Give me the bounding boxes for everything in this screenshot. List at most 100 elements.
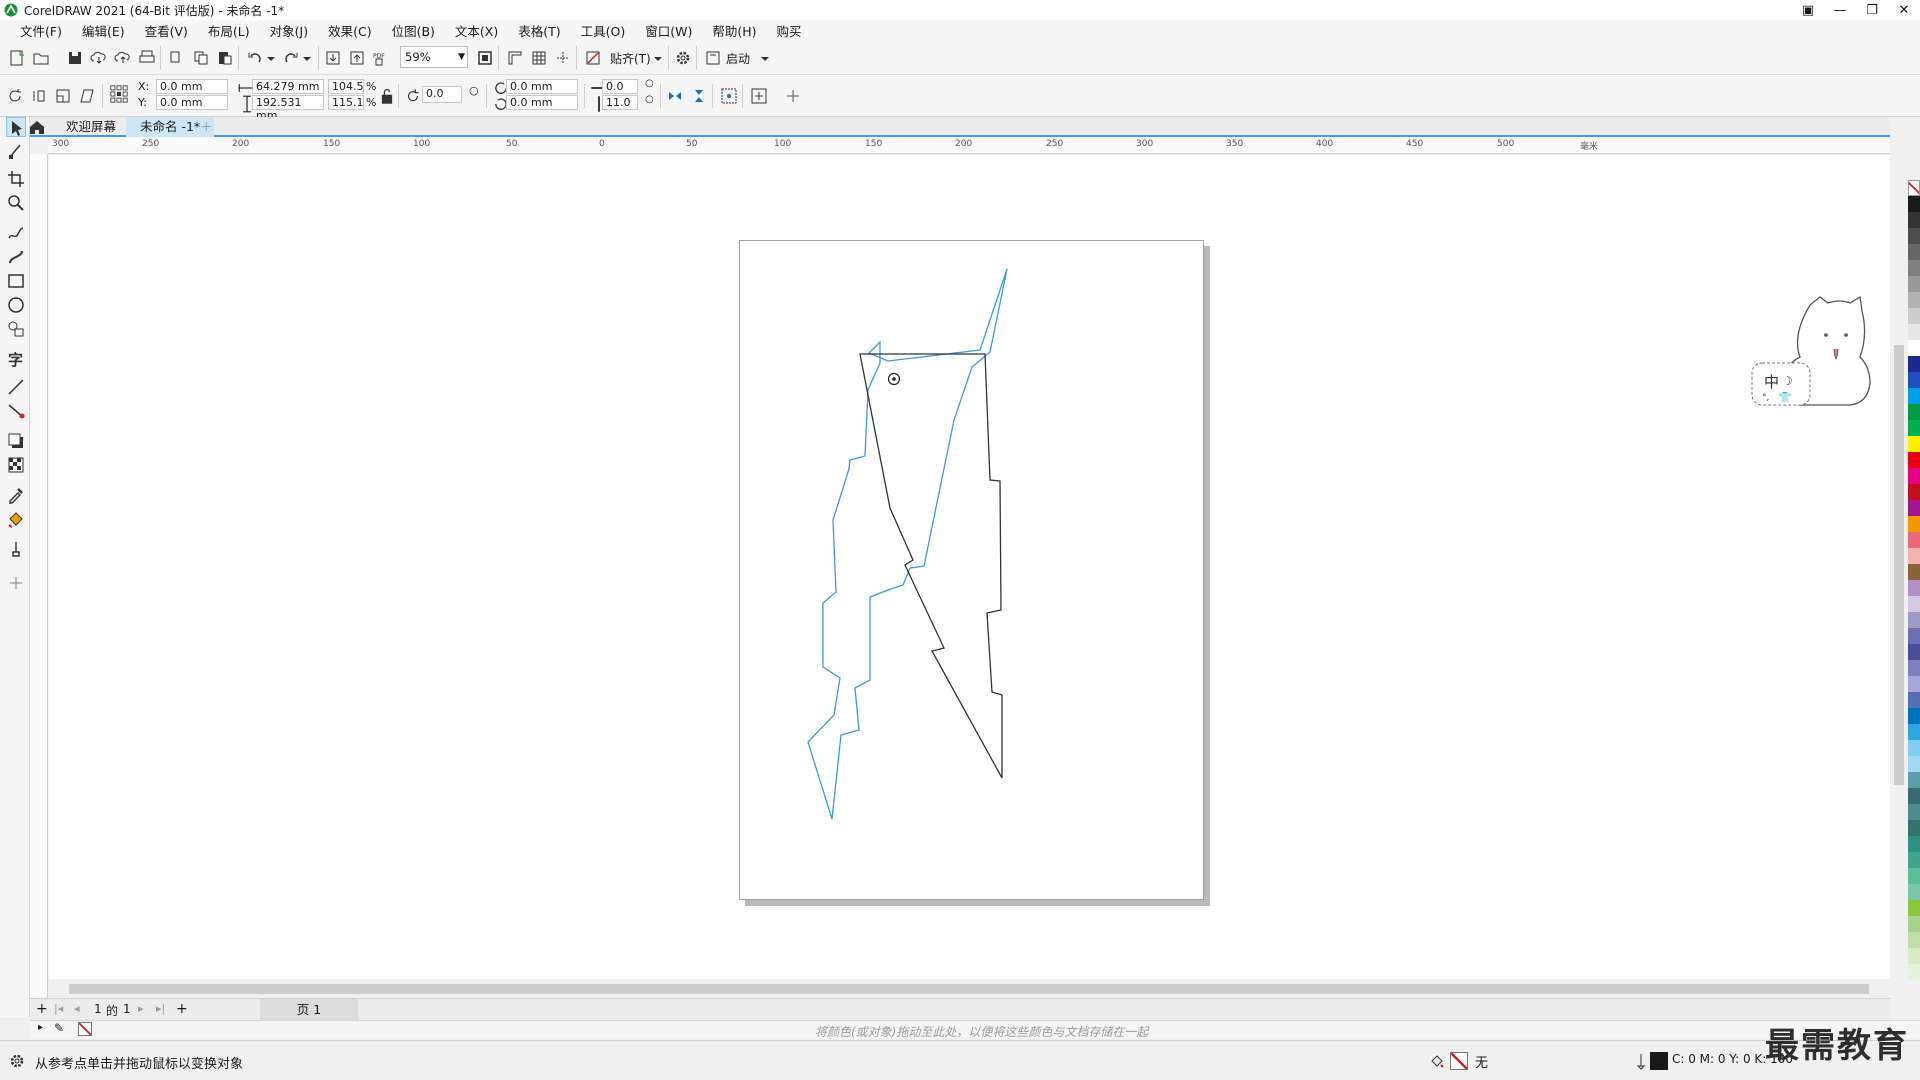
drop-shadow-tool-icon[interactable]	[6, 431, 26, 451]
polygon-tool-icon[interactable]	[6, 319, 26, 339]
y-position-input[interactable]: 0.0 mm	[156, 95, 228, 110]
palette-swatch[interactable]	[1908, 580, 1920, 596]
full-screen-preview-icon[interactable]	[476, 49, 494, 67]
palette-swatch[interactable]	[1908, 452, 1920, 468]
palette-swatch[interactable]	[1908, 916, 1920, 932]
interactive-fill-tool-icon[interactable]	[6, 509, 26, 529]
menu-view[interactable]: 查看(V)	[135, 21, 198, 40]
scale-icon[interactable]	[54, 87, 72, 105]
text-tool-icon[interactable]: 字	[6, 349, 26, 369]
menu-window[interactable]: 窗口(W)	[635, 21, 702, 40]
new-document-icon[interactable]	[8, 49, 26, 67]
help-icon[interactable]: ▣	[1792, 0, 1824, 20]
palette-swatch[interactable]	[1908, 772, 1920, 788]
outline-value-1-input[interactable]: 0.0	[602, 79, 638, 94]
palette-swatch[interactable]	[1908, 484, 1920, 500]
palette-swatch[interactable]	[1908, 708, 1920, 724]
palette-swatch[interactable]	[1908, 196, 1920, 212]
palette-swatch[interactable]	[1908, 500, 1920, 516]
menu-table[interactable]: 表格(T)	[508, 21, 570, 40]
horizontal-scrollbar-thumb[interactable]	[69, 984, 1869, 994]
menu-help[interactable]: 帮助(H)	[702, 21, 766, 40]
next-page-icon[interactable]: ▸	[138, 1002, 144, 1015]
no-color-swatch[interactable]	[78, 1022, 92, 1036]
palette-swatch[interactable]	[1908, 932, 1920, 948]
previous-page-icon[interactable]: ◂	[74, 1002, 80, 1015]
palette-swatch[interactable]	[1908, 596, 1920, 612]
palette-swatch[interactable]	[1908, 404, 1920, 420]
vertical-scrollbar-thumb[interactable]	[1894, 345, 1904, 785]
palette-swatch[interactable]	[1908, 228, 1920, 244]
redo-dropdown-icon[interactable]	[298, 49, 316, 67]
rectangle-tool-icon[interactable]	[6, 271, 26, 291]
rotation-angle-input[interactable]: 0.0	[422, 86, 462, 103]
object-height-input[interactable]: 192.531 mm	[252, 95, 324, 122]
copy-icon[interactable]	[192, 49, 210, 67]
palette-swatch[interactable]	[1908, 468, 1920, 484]
ellipse-tool-icon[interactable]	[6, 295, 26, 315]
outline-value-2-input[interactable]: 11.0	[602, 95, 638, 110]
print-icon[interactable]	[138, 49, 156, 67]
transparency-tool-icon[interactable]	[6, 455, 26, 475]
add-icon[interactable]	[784, 87, 802, 105]
close-button[interactable]: ✕	[1888, 0, 1920, 20]
menu-layout[interactable]: 布局(L)	[198, 21, 260, 40]
add-tool-icon[interactable]	[6, 573, 26, 593]
menu-buy[interactable]: 购买	[767, 21, 812, 40]
palette-swatch[interactable]	[1908, 244, 1920, 260]
menu-text[interactable]: 文本(X)	[445, 21, 508, 40]
transform-frame-icon[interactable]	[750, 87, 768, 105]
palette-swatch[interactable]	[1908, 356, 1920, 372]
palette-swatch[interactable]	[1908, 388, 1920, 404]
smart-fill-tool-icon[interactable]	[6, 539, 26, 559]
fill-none-swatch[interactable]	[1450, 1052, 1468, 1070]
palette-swatch[interactable]	[1908, 276, 1920, 292]
open-folder-icon[interactable]	[32, 49, 50, 67]
palette-swatch[interactable]	[1908, 548, 1920, 564]
menu-bitmaps[interactable]: 位图(B)	[382, 21, 445, 40]
cloud-upload-icon[interactable]	[114, 49, 132, 67]
minimize-button[interactable]: —	[1824, 0, 1856, 20]
palette-swatch[interactable]	[1908, 740, 1920, 756]
reference-point-icon[interactable]	[110, 85, 132, 107]
publish-pdf-icon[interactable]: PDF	[372, 49, 390, 67]
launch-label[interactable]: 启动	[726, 50, 750, 67]
mascot-cat-widget[interactable]: 中 ☽ °, 👕	[1750, 295, 1885, 415]
last-page-icon[interactable]: ▸|	[156, 1002, 165, 1015]
palette-swatch[interactable]	[1908, 340, 1920, 356]
menu-effects[interactable]: 效果(C)	[318, 21, 381, 40]
eyedropper-icon[interactable]: ✎	[54, 1021, 64, 1035]
zoom-tool-icon[interactable]	[6, 193, 26, 213]
paste-icon[interactable]	[216, 49, 234, 67]
zoom-level-dropdown[interactable]: 59% ▼	[400, 46, 468, 68]
show-grid-icon[interactable]	[530, 49, 548, 67]
add-page-after-icon[interactable]: +	[176, 1001, 188, 1017]
import-icon[interactable]	[324, 49, 342, 67]
page-tab-1[interactable]: 页 1	[260, 999, 358, 1021]
launch-dropdown-icon[interactable]	[756, 49, 774, 67]
new-tab-add-icon[interactable]: ＋	[194, 117, 219, 137]
object-width-input[interactable]: 64.279 mm	[252, 79, 324, 94]
skew-vertical-input[interactable]: 0.0 mm	[506, 95, 578, 110]
menu-edit[interactable]: 编辑(E)	[72, 21, 135, 40]
scale-x-input[interactable]: 104.5	[328, 79, 364, 94]
cut-icon[interactable]	[168, 49, 186, 67]
palette-swatch[interactable]	[1908, 532, 1920, 548]
show-guidelines-icon[interactable]	[554, 49, 572, 67]
snap-to-label[interactable]: 贴齐(T)	[610, 50, 651, 67]
home-icon[interactable]	[28, 118, 46, 136]
palette-swatch[interactable]	[1908, 948, 1920, 964]
color-eyedropper-tool-icon[interactable]	[6, 485, 26, 505]
crop-tool-icon[interactable]	[6, 169, 26, 189]
menu-file[interactable]: 文件(F)	[10, 21, 72, 40]
relative-center-icon[interactable]	[720, 87, 738, 105]
menu-tools[interactable]: 工具(O)	[571, 21, 636, 40]
palette-swatch[interactable]	[1908, 724, 1920, 740]
palette-swatch[interactable]	[1908, 180, 1920, 196]
palette-swatch[interactable]	[1908, 884, 1920, 900]
current-page-number[interactable]: 1	[94, 1002, 102, 1016]
cloud-download-icon[interactable]	[90, 49, 108, 67]
freehand-tool-icon[interactable]	[6, 223, 26, 243]
palette-swatch[interactable]	[1908, 564, 1920, 580]
palette-swatch[interactable]	[1908, 756, 1920, 772]
